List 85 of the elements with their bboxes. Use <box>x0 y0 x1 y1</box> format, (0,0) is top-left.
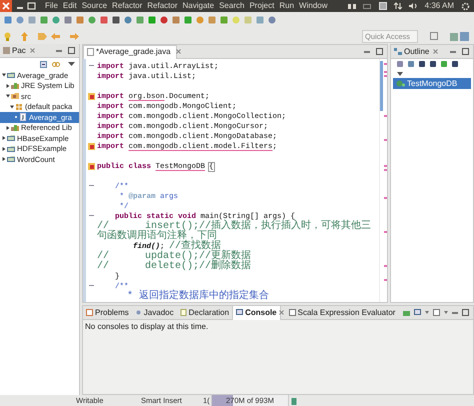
circle-icon[interactable] <box>124 16 132 24</box>
library-icon <box>11 82 19 90</box>
square-icon[interactable] <box>4 16 12 24</box>
expanded-arrow-icon[interactable] <box>6 94 10 98</box>
up-arrow-icon[interactable] <box>21 32 28 40</box>
circle-icon[interactable] <box>52 16 60 24</box>
fold-icon[interactable] <box>89 213 94 218</box>
menu-item[interactable]: Refactor <box>112 0 142 12</box>
dropdown-icon[interactable] <box>444 311 448 314</box>
collapsed-arrow-icon[interactable] <box>6 126 10 130</box>
square-icon[interactable] <box>112 16 120 24</box>
collapsed-arrow-icon[interactable] <box>6 84 10 88</box>
square-icon[interactable] <box>148 16 156 24</box>
menu-item[interactable]: Navigate <box>182 0 214 12</box>
window-icon[interactable] <box>378 2 387 10</box>
scroll-thumb-icon[interactable] <box>380 61 383 111</box>
view-tab[interactable]: Problems <box>83 306 132 320</box>
maximize-icon[interactable] <box>376 48 383 55</box>
class-icon <box>396 80 405 87</box>
outline-item[interactable]: TestMongoDB <box>393 78 471 89</box>
menu-item[interactable]: Run <box>279 0 294 12</box>
close-icon[interactable] <box>30 48 35 53</box>
menu-item[interactable]: Refactor <box>147 0 178 12</box>
volume-icon[interactable] <box>408 2 418 10</box>
settings-icon[interactable] <box>461 2 470 10</box>
circle-icon[interactable] <box>16 16 24 24</box>
close-icon[interactable] <box>176 49 181 54</box>
bulb-icon[interactable] <box>4 32 11 40</box>
package-icon <box>15 102 23 111</box>
square-icon[interactable] <box>100 16 108 24</box>
javadoc-icon <box>134 309 142 316</box>
outline-icon <box>394 48 402 56</box>
view-menu-icon[interactable] <box>68 62 75 66</box>
circle-icon[interactable] <box>160 16 168 24</box>
fold-icon[interactable] <box>89 283 94 288</box>
menu-item[interactable]: File <box>45 0 58 12</box>
menu-item[interactable]: Edit <box>62 0 77 12</box>
fold-icon[interactable] <box>89 183 94 188</box>
circle-icon[interactable] <box>88 16 96 24</box>
editor-tab[interactable]: *Average_grade.java <box>83 45 177 58</box>
expanded-arrow-icon[interactable] <box>10 104 14 109</box>
collapsed-arrow-icon[interactable] <box>2 157 6 162</box>
forward-arrow-icon[interactable] <box>70 32 79 40</box>
console-message: No consoles to display at this time. <box>84 321 210 333</box>
circle-icon[interactable] <box>268 16 276 24</box>
menu-item[interactable]: Source <box>82 0 108 12</box>
collapse-all-icon[interactable] <box>40 60 47 68</box>
problems-icon <box>86 309 93 316</box>
maximize-icon[interactable] <box>462 48 469 55</box>
link-icon[interactable] <box>52 60 60 68</box>
project-folder-icon <box>7 134 15 142</box>
view-menu-icon[interactable] <box>397 72 403 76</box>
close-icon[interactable] <box>433 49 438 54</box>
view-tab[interactable]: Declaration <box>176 306 232 320</box>
view-tab[interactable]: Scala Expression Evaluator <box>286 306 398 320</box>
project-folder-icon <box>7 144 15 153</box>
project-folder-icon <box>7 71 15 80</box>
close-icon[interactable] <box>278 310 284 315</box>
source-folder-icon <box>11 92 19 100</box>
menu-item[interactable]: Window <box>299 0 328 12</box>
code-line: // delete();//删除数据 <box>97 262 252 272</box>
menu-item[interactable]: Search <box>219 0 244 12</box>
declaration-icon <box>180 309 187 316</box>
collapsed-arrow-icon[interactable] <box>2 136 6 140</box>
dropdown-icon[interactable] <box>425 311 429 314</box>
maximize-icon[interactable] <box>68 47 75 54</box>
collapsed-arrow-icon[interactable] <box>2 146 6 151</box>
project-folder-icon <box>7 155 15 164</box>
maximize-icon[interactable] <box>462 309 469 316</box>
square-icon[interactable] <box>172 16 180 24</box>
square-icon[interactable] <box>64 16 72 24</box>
circle-icon[interactable] <box>196 16 204 24</box>
view-tab[interactable]: Console <box>232 306 281 320</box>
clock[interactable]: 4:36 AM <box>424 0 454 12</box>
library-icon <box>11 124 19 132</box>
expanded-arrow-icon[interactable] <box>2 73 6 78</box>
fold-icon[interactable] <box>89 63 94 68</box>
console-icon <box>236 309 244 316</box>
close-icon[interactable] <box>0 0 12 12</box>
back-arrow-icon[interactable] <box>51 32 60 40</box>
display-console-icon[interactable] <box>414 309 421 316</box>
network-icon[interactable] <box>394 2 402 10</box>
menu-item[interactable]: Project <box>249 0 274 12</box>
view-tab[interactable]: Javadoc <box>132 306 177 320</box>
code-line: * 返回指定数据库中的指定集合 <box>126 292 270 302</box>
